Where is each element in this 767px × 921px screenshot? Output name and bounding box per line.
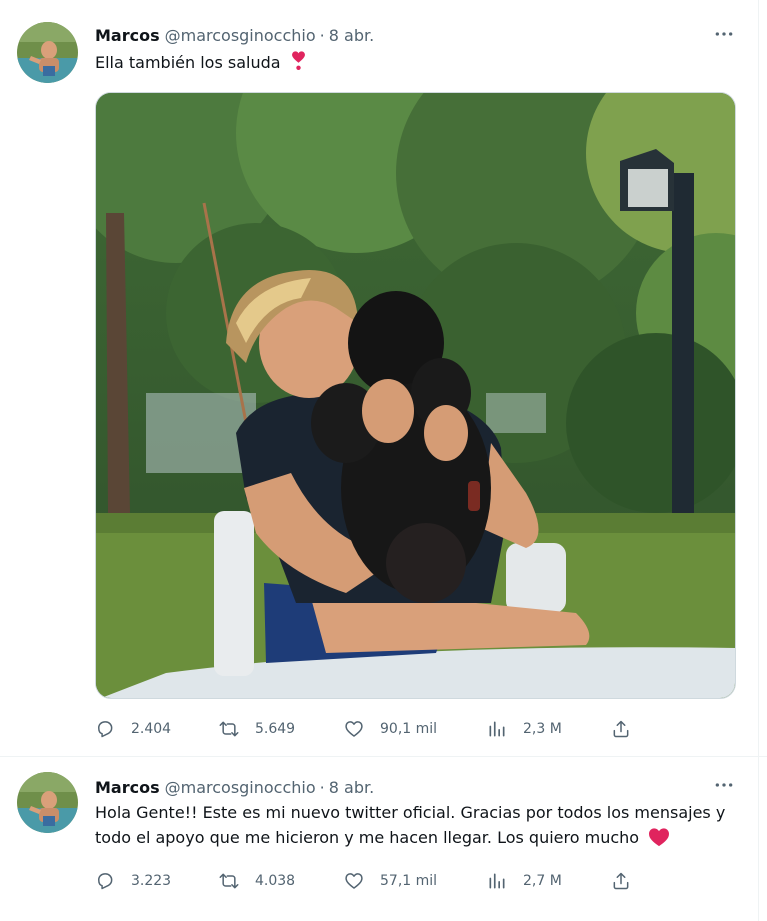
timeline-border	[758, 0, 759, 921]
avatar-image	[17, 772, 78, 833]
reply-icon	[98, 721, 113, 738]
more-options-button[interactable]	[711, 775, 737, 795]
like-count: 90,1 mil	[380, 721, 438, 737]
tweet-actions: 3.223 4.038 57,1 mil 2,7 M	[95, 869, 635, 893]
tweet[interactable]: Marcos @marcosginocchio · 8 abr. Hola Ge…	[0, 758, 767, 921]
reply-count: 3.223	[131, 873, 172, 889]
avatar[interactable]	[17, 772, 78, 833]
views-icon	[489, 873, 505, 889]
reply-icon	[98, 873, 113, 890]
reply-button[interactable]: 3.223	[95, 869, 171, 893]
separator: ·	[319, 777, 325, 797]
share-icon	[613, 720, 629, 738]
separator: ·	[319, 25, 325, 45]
avatar[interactable]	[17, 22, 78, 83]
tweet-text-content: Ella también los saluda	[95, 53, 281, 72]
tweet-header: Marcos @marcosginocchio · 8 abr.	[95, 775, 374, 799]
tweet-actions: 2.404 5.649 90,1 mil 2,3 M	[95, 717, 635, 741]
like-button[interactable]: 57,1 mil	[344, 869, 437, 893]
author-handle[interactable]: @marcosginocchio	[165, 778, 316, 797]
views-icon	[489, 721, 505, 737]
tweet-text-content: Hola Gente!! Este es mi nuevo twitter of…	[95, 803, 726, 847]
heavy-heart-exclamation-icon	[291, 51, 305, 70]
share-icon	[613, 872, 629, 890]
like-button[interactable]: 90,1 mil	[344, 717, 437, 741]
like-icon	[345, 721, 363, 737]
tweet-date[interactable]: 8 abr.	[329, 26, 374, 45]
views-count: 2,7 M	[523, 873, 562, 889]
author-name[interactable]: Marcos	[95, 778, 160, 797]
more-icon	[715, 783, 733, 787]
avatar-image	[17, 22, 78, 83]
like-icon	[345, 873, 363, 889]
views-button[interactable]: 2,7 M	[487, 869, 562, 893]
retweet-icon	[219, 873, 239, 889]
more-icon	[715, 32, 733, 36]
tweet-date[interactable]: 8 abr.	[329, 778, 374, 797]
retweet-button[interactable]: 4.038	[219, 869, 295, 893]
red-heart-icon	[649, 828, 670, 847]
share-button[interactable]	[611, 717, 631, 741]
author-name[interactable]: Marcos	[95, 26, 160, 45]
like-count: 57,1 mil	[380, 873, 438, 889]
retweet-count: 4.038	[255, 873, 296, 889]
tweet[interactable]: Marcos @marcosginocchio · 8 abr. Ella ta…	[0, 0, 767, 757]
views-button[interactable]: 2,3 M	[487, 717, 562, 741]
tweet-text: Ella también los saluda	[95, 50, 739, 75]
share-button[interactable]	[611, 869, 631, 893]
tweet-header: Marcos @marcosginocchio · 8 abr.	[95, 23, 374, 47]
retweet-icon	[219, 721, 239, 737]
author-handle[interactable]: @marcosginocchio	[165, 26, 316, 45]
views-count: 2,3 M	[523, 721, 562, 737]
retweet-button[interactable]: 5.649	[219, 717, 295, 741]
reply-button[interactable]: 2.404	[95, 717, 171, 741]
tweet-photo[interactable]	[95, 92, 736, 699]
reply-count: 2.404	[131, 721, 172, 737]
retweet-count: 5.649	[255, 721, 296, 737]
more-options-button[interactable]	[711, 24, 737, 44]
tweet-text: Hola Gente!! Este es mi nuevo twitter of…	[95, 800, 739, 850]
photo-man-kissing-dog	[96, 93, 735, 698]
